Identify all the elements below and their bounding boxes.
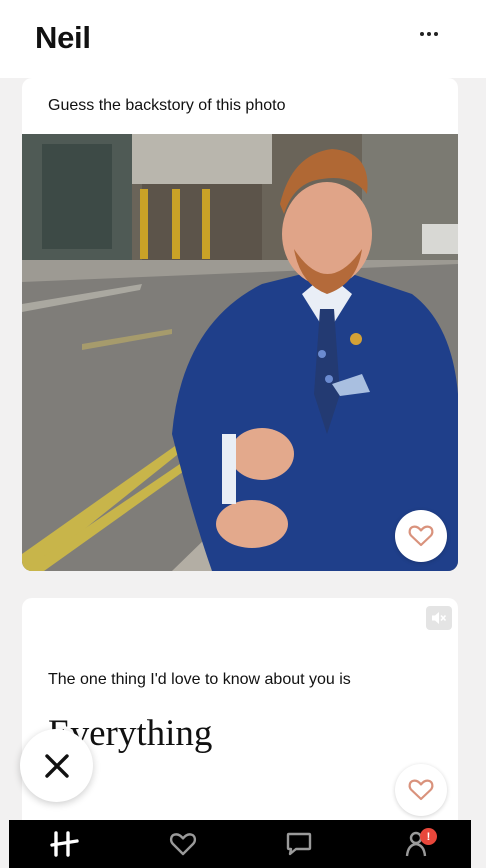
heart-outline-icon — [408, 779, 434, 801]
tab-chats[interactable] — [277, 820, 321, 868]
bottom-tab-bar: ! — [9, 820, 471, 868]
chat-bubble-icon — [286, 832, 312, 856]
photo-illustration — [22, 134, 458, 571]
prompt-question: The one thing I'd love to know about you… — [48, 671, 351, 688]
photo-card: Guess the backstory of this photo — [22, 78, 458, 571]
heart-outline-icon — [408, 525, 434, 547]
muted-speaker-icon — [432, 612, 447, 624]
profile-photo[interactable] — [22, 134, 458, 571]
like-photo-button[interactable] — [395, 510, 447, 562]
like-prompt-button[interactable] — [395, 764, 447, 816]
more-options-button[interactable] — [412, 22, 446, 46]
photo-prompt: Guess the backstory of this photo — [48, 97, 286, 114]
mute-button[interactable] — [426, 606, 452, 630]
tab-likes[interactable] — [161, 820, 205, 868]
header: Neil — [0, 0, 486, 78]
tab-home[interactable] — [43, 820, 87, 868]
heart-icon — [169, 833, 197, 856]
app: Neil Guess the backstory of this photo T… — [0, 0, 486, 868]
more-dot — [427, 32, 431, 36]
notification-badge: ! — [420, 828, 437, 845]
close-x-icon — [44, 753, 69, 778]
hinge-logo-icon — [50, 831, 79, 857]
profile-name: Neil — [35, 20, 91, 55]
more-horizontal-icon — [420, 32, 424, 36]
dismiss-button[interactable] — [20, 729, 93, 802]
more-dot — [434, 32, 438, 36]
